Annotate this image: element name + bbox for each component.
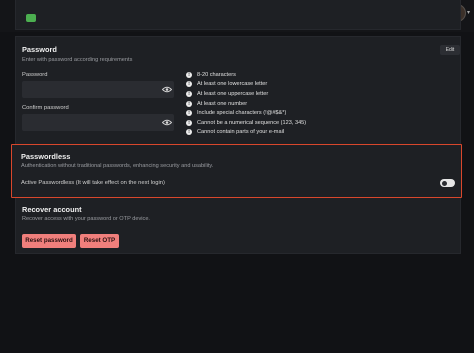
info-icon: !	[186, 81, 192, 88]
password-field-label: Password	[22, 72, 48, 78]
requirement-item: ! Cannot be a numerical sequence (123, 34…	[186, 118, 306, 128]
requirement-item: ! Cannot contain parts of your e-mail	[186, 128, 306, 138]
password-section-title: Password	[22, 45, 57, 54]
info-icon: !	[186, 129, 192, 136]
confirm-password-field-label: Confirm password	[22, 105, 69, 111]
requirement-item: ! Include special characters (!@#$&*)	[186, 108, 306, 118]
info-icon: !	[186, 90, 192, 97]
password-input[interactable]	[22, 81, 174, 98]
passwordless-toggle-label: Active Passwordless (It will take effect…	[21, 180, 165, 186]
requirement-item: ! At least one lowercase letter	[186, 80, 306, 90]
info-icon: !	[186, 71, 192, 78]
eye-icon[interactable]	[162, 119, 172, 126]
reset-otp-button[interactable]: Reset OTP	[80, 234, 119, 248]
eye-icon[interactable]	[162, 86, 172, 93]
passwordless-section-title: Passwordless	[21, 152, 71, 161]
toggle-knob	[441, 180, 447, 186]
requirement-item: ! 8-20 characters	[186, 70, 306, 80]
password-requirements-list: ! 8-20 characters ! At least one lowercase…	[186, 70, 306, 137]
password-section-subtitle: Enter with password according requiremen…	[22, 57, 133, 63]
recover-section-subtitle: Recover access with your password or OTP…	[22, 216, 150, 222]
info-icon: !	[186, 100, 192, 107]
chevron-down-icon[interactable]: ▾	[467, 9, 470, 16]
edit-button[interactable]: Edit	[440, 45, 460, 55]
info-icon: !	[186, 110, 192, 117]
previous-card	[15, 0, 461, 30]
requirement-item: ! At least one number	[186, 99, 306, 109]
info-icon: !	[186, 119, 192, 126]
green-status-icon	[26, 14, 36, 22]
requirement-item: ! At least one uppercase letter	[186, 89, 306, 99]
recover-section-title: Recover account	[22, 205, 82, 214]
passwordless-section-subtitle: Authentication without traditional passw…	[21, 163, 214, 169]
passwordless-toggle[interactable]	[440, 179, 455, 187]
passwordless-section: Passwordless Authentication without trad…	[11, 144, 462, 198]
confirm-password-input[interactable]	[22, 114, 174, 131]
reset-password-button[interactable]: Reset password	[22, 234, 76, 248]
